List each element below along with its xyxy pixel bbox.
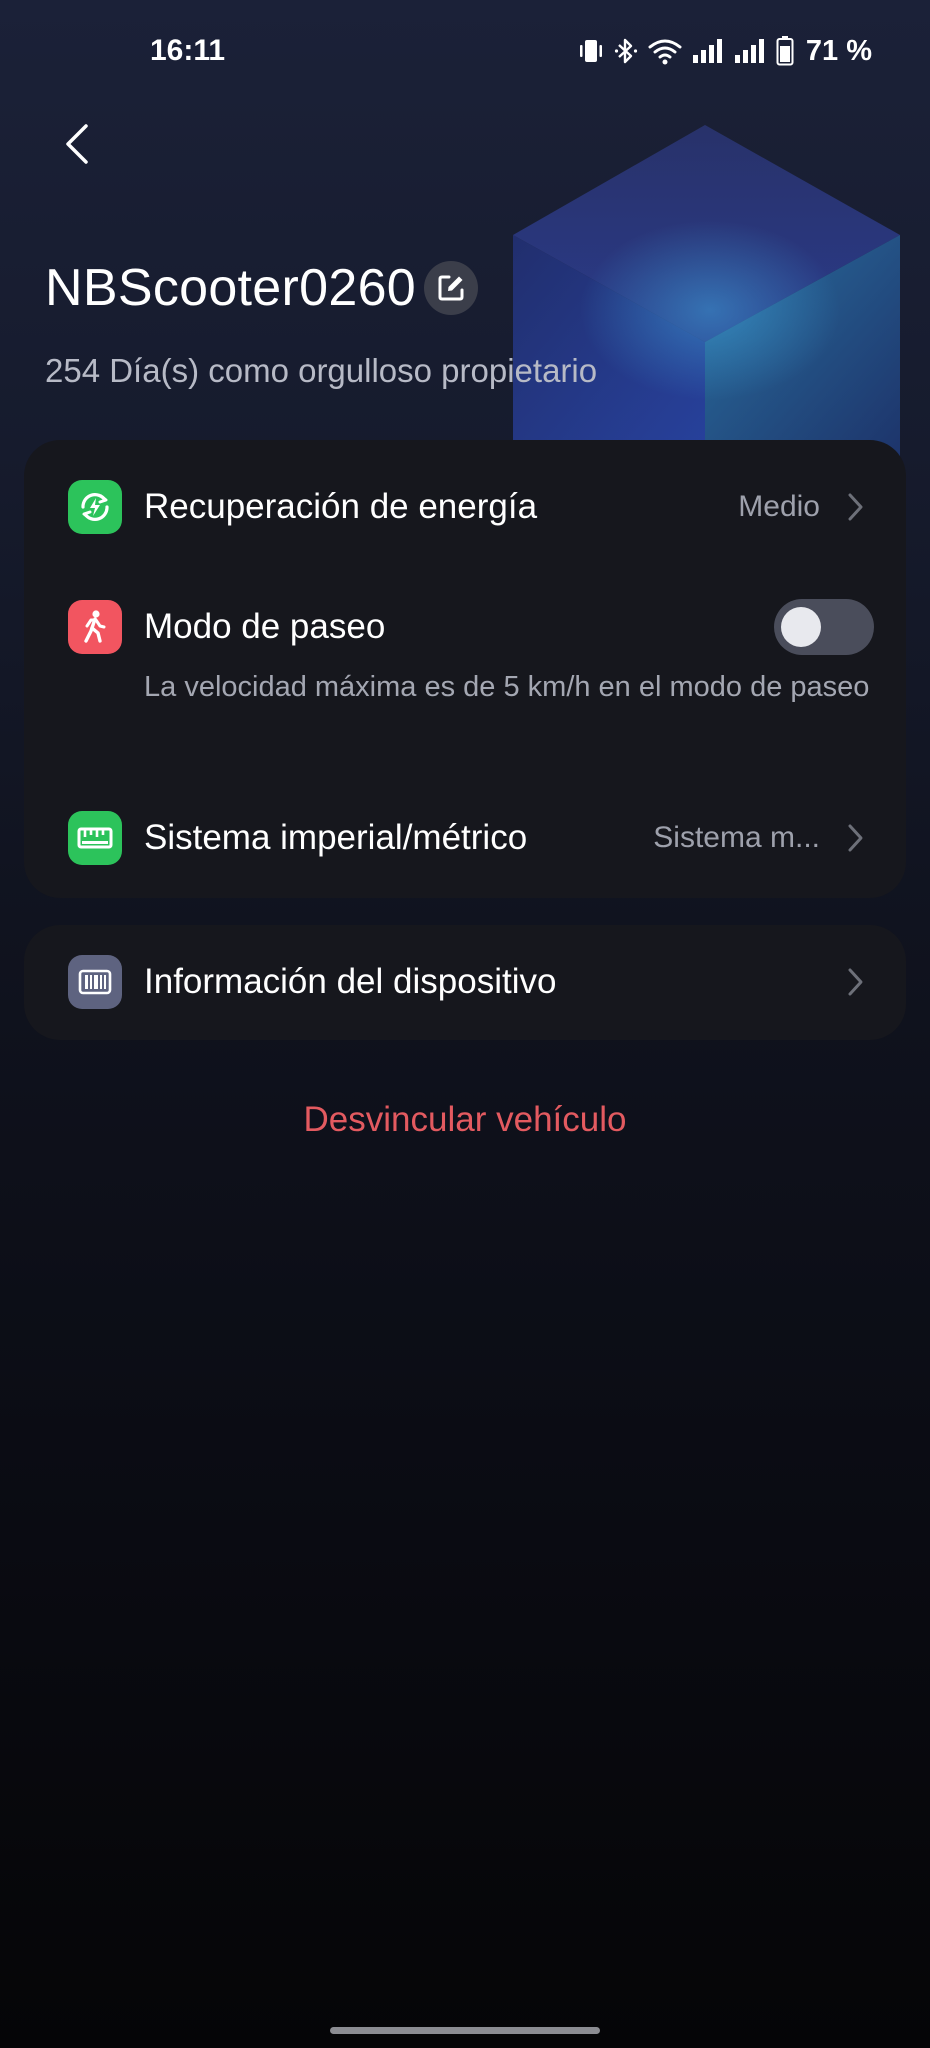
chevron-right-icon <box>848 824 863 852</box>
home-indicator[interactable] <box>330 2027 600 2034</box>
signal-icon <box>692 39 722 63</box>
unlink-vehicle-button[interactable]: Desvincular vehículo <box>0 1100 930 1140</box>
toggle-knob <box>781 607 821 647</box>
device-info-label: Información del dispositivo <box>144 962 557 1001</box>
edit-icon <box>438 275 464 301</box>
energy-recovery-value: Medio <box>738 490 820 523</box>
chevron-right-icon <box>848 968 863 996</box>
walking-person-icon <box>68 600 122 654</box>
status-icons: 71 % <box>578 32 872 70</box>
wifi-icon <box>648 39 682 65</box>
walk-mode-label: Modo de paseo <box>144 607 386 646</box>
back-button[interactable] <box>52 116 102 172</box>
device-info-row[interactable]: Información del dispositivo <box>24 937 906 1027</box>
settings-card: Recuperación de energía Medio Modo de pa… <box>24 440 906 898</box>
battery-icon <box>776 36 794 66</box>
walk-mode-toggle[interactable] <box>774 599 874 655</box>
device-title-row: NBScooter0260 <box>45 258 479 318</box>
units-label: Sistema imperial/métrico <box>144 818 528 857</box>
energy-recovery-icon <box>68 480 122 534</box>
status-time: 16:11 <box>150 34 226 67</box>
ownership-duration: 254 Día(s) como orgulloso propietario <box>45 352 598 389</box>
barcode-icon <box>68 955 122 1009</box>
units-value: Sistema m... <box>653 821 820 854</box>
status-bar: 16:11 71 % <box>0 0 930 104</box>
info-card: Información del dispositivo <box>24 925 906 1040</box>
walk-mode-description: La velocidad máxima es de 5 km/h en el m… <box>144 671 870 703</box>
edit-name-button[interactable] <box>424 261 479 315</box>
device-name: NBScooter0260 <box>45 259 417 317</box>
battery-percentage: 71 % <box>805 34 872 67</box>
energy-recovery-row[interactable]: Recuperación de energía Medio <box>24 462 906 552</box>
chevron-right-icon <box>848 493 863 521</box>
energy-recovery-label: Recuperación de energía <box>144 487 538 526</box>
chevron-left-icon <box>66 124 88 164</box>
walk-mode-row: Modo de paseo <box>24 582 906 672</box>
bluetooth-icon <box>614 38 637 64</box>
units-row[interactable]: Sistema imperial/métrico Sistema m... <box>24 793 906 883</box>
ruler-icon <box>68 811 122 865</box>
background-cube-graphic <box>513 125 900 460</box>
signal-icon <box>734 39 764 63</box>
vibrate-icon <box>579 40 602 62</box>
